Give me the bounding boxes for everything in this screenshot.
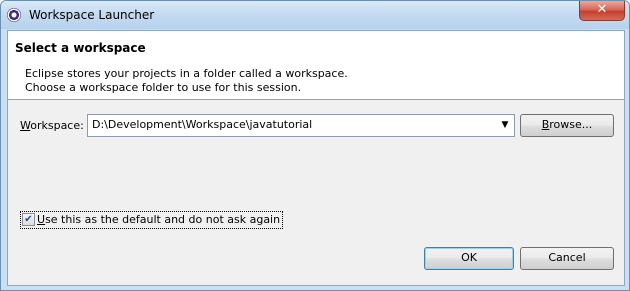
default-label-text: se this as the default and do not ask ag… xyxy=(45,213,281,226)
title-bar[interactable]: Workspace Launcher ✕ xyxy=(1,1,629,29)
workspace-label-text: orkspace: xyxy=(30,119,84,132)
header-description-line1: Eclipse stores your projects in a folder… xyxy=(25,67,348,80)
ok-button[interactable]: OK xyxy=(424,247,514,270)
workspace-combo[interactable]: D:\Development\Workspace\javatutorial ▼ xyxy=(87,114,515,137)
dialog-body: Select a workspace Eclipse stores your p… xyxy=(7,30,625,286)
eclipse-icon xyxy=(7,8,21,22)
default-workspace-checkbox[interactable]: ✔ xyxy=(22,213,35,226)
header-description-line2: Choose a workspace folder to use for thi… xyxy=(25,81,302,94)
window-title: Workspace Launcher xyxy=(29,8,155,22)
workspace-path-value[interactable]: D:\Development\Workspace\javatutorial xyxy=(92,118,312,131)
browse-label: rowse... xyxy=(549,118,593,131)
default-accesskey: U xyxy=(37,213,46,226)
browse-button[interactable]: Browse... xyxy=(520,114,614,137)
header-title: Select a workspace xyxy=(15,41,146,55)
workspace-launcher-dialog: Workspace Launcher ✕ Select a workspace … xyxy=(0,0,630,291)
default-workspace-label[interactable]: Use this as the default and do not ask a… xyxy=(37,213,280,226)
workspace-label-accesskey: W xyxy=(20,119,31,132)
close-icon: ✕ xyxy=(596,2,608,17)
workspace-label: Workspace: xyxy=(20,119,84,132)
cancel-button[interactable]: Cancel xyxy=(520,247,614,270)
dialog-header: Select a workspace Eclipse stores your p… xyxy=(8,31,624,100)
checkmark-icon: ✔ xyxy=(24,214,33,225)
chevron-down-icon[interactable]: ▼ xyxy=(500,118,510,132)
close-button[interactable]: ✕ xyxy=(579,1,625,21)
default-workspace-option[interactable]: ✔ Use this as the default and do not ask… xyxy=(20,211,284,229)
